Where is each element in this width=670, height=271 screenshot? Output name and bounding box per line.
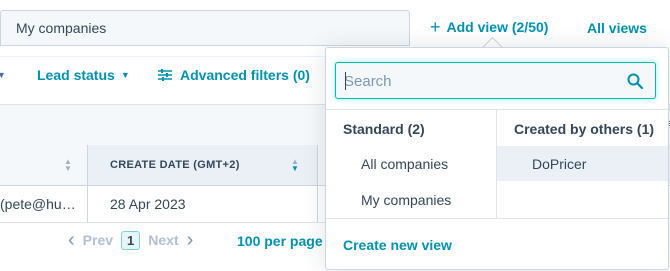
sort-icon[interactable]: ▲ ▼ <box>291 158 299 173</box>
search-field[interactable] <box>335 62 656 99</box>
prev-button[interactable]: Prev <box>83 232 113 248</box>
table-cell-email[interactable]: (pete@hu… <box>0 186 88 222</box>
divider <box>326 218 668 219</box>
chevron-left-icon[interactable]: ‹ <box>68 230 75 250</box>
add-view-button[interactable]: + Add view (2/50) <box>430 17 549 37</box>
view-option-all-companies[interactable]: All companies <box>361 156 448 172</box>
table-cell-create-date: 28 Apr 2023 <box>88 186 318 222</box>
standard-views-heading: Standard (2) <box>343 121 425 137</box>
tab-my-companies[interactable]: My companies <box>0 10 410 46</box>
column-header-create-date[interactable]: CREATE DATE (GMT+2) ▲ ▼ <box>88 145 318 185</box>
pagination: ‹ Prev 1 Next › <box>68 230 193 250</box>
search-input[interactable] <box>344 71 614 91</box>
chevron-down-icon[interactable]: ▼ <box>0 70 6 80</box>
search-icon[interactable] <box>627 73 643 89</box>
advanced-filters-button[interactable]: Advanced filters (0) <box>158 67 310 83</box>
lead-status-filter[interactable]: Lead status ▼ <box>37 67 130 83</box>
lead-status-label: Lead status <box>37 67 115 83</box>
row-divider <box>0 222 330 223</box>
text-cursor <box>345 72 346 90</box>
create-new-view-link[interactable]: Create new view <box>343 237 452 253</box>
others-views-heading: Created by others (1) <box>514 121 655 137</box>
column-header-email[interactable]: ▲ ▼ <box>0 145 88 185</box>
plus-icon: + <box>430 17 441 37</box>
all-views-link[interactable]: All views <box>587 20 647 36</box>
chevron-right-icon[interactable]: › <box>187 230 194 250</box>
advanced-filters-label: Advanced filters (0) <box>180 67 310 83</box>
page-number-current[interactable]: 1 <box>121 230 141 250</box>
view-option-my-companies[interactable]: My companies <box>361 192 451 208</box>
column-header-label: CREATE DATE (GMT+2) <box>110 159 240 171</box>
per-page-select[interactable]: 100 per page <box>237 233 323 249</box>
next-button[interactable]: Next <box>148 232 178 248</box>
add-view-label: Add view (2/50) <box>446 19 549 35</box>
chevron-down-icon: ▼ <box>120 70 130 80</box>
divider <box>326 109 668 110</box>
sort-icon[interactable]: ▲ ▼ <box>64 158 72 173</box>
view-option-dopricer[interactable]: DoPricer <box>532 156 586 172</box>
sliders-icon <box>158 69 172 81</box>
